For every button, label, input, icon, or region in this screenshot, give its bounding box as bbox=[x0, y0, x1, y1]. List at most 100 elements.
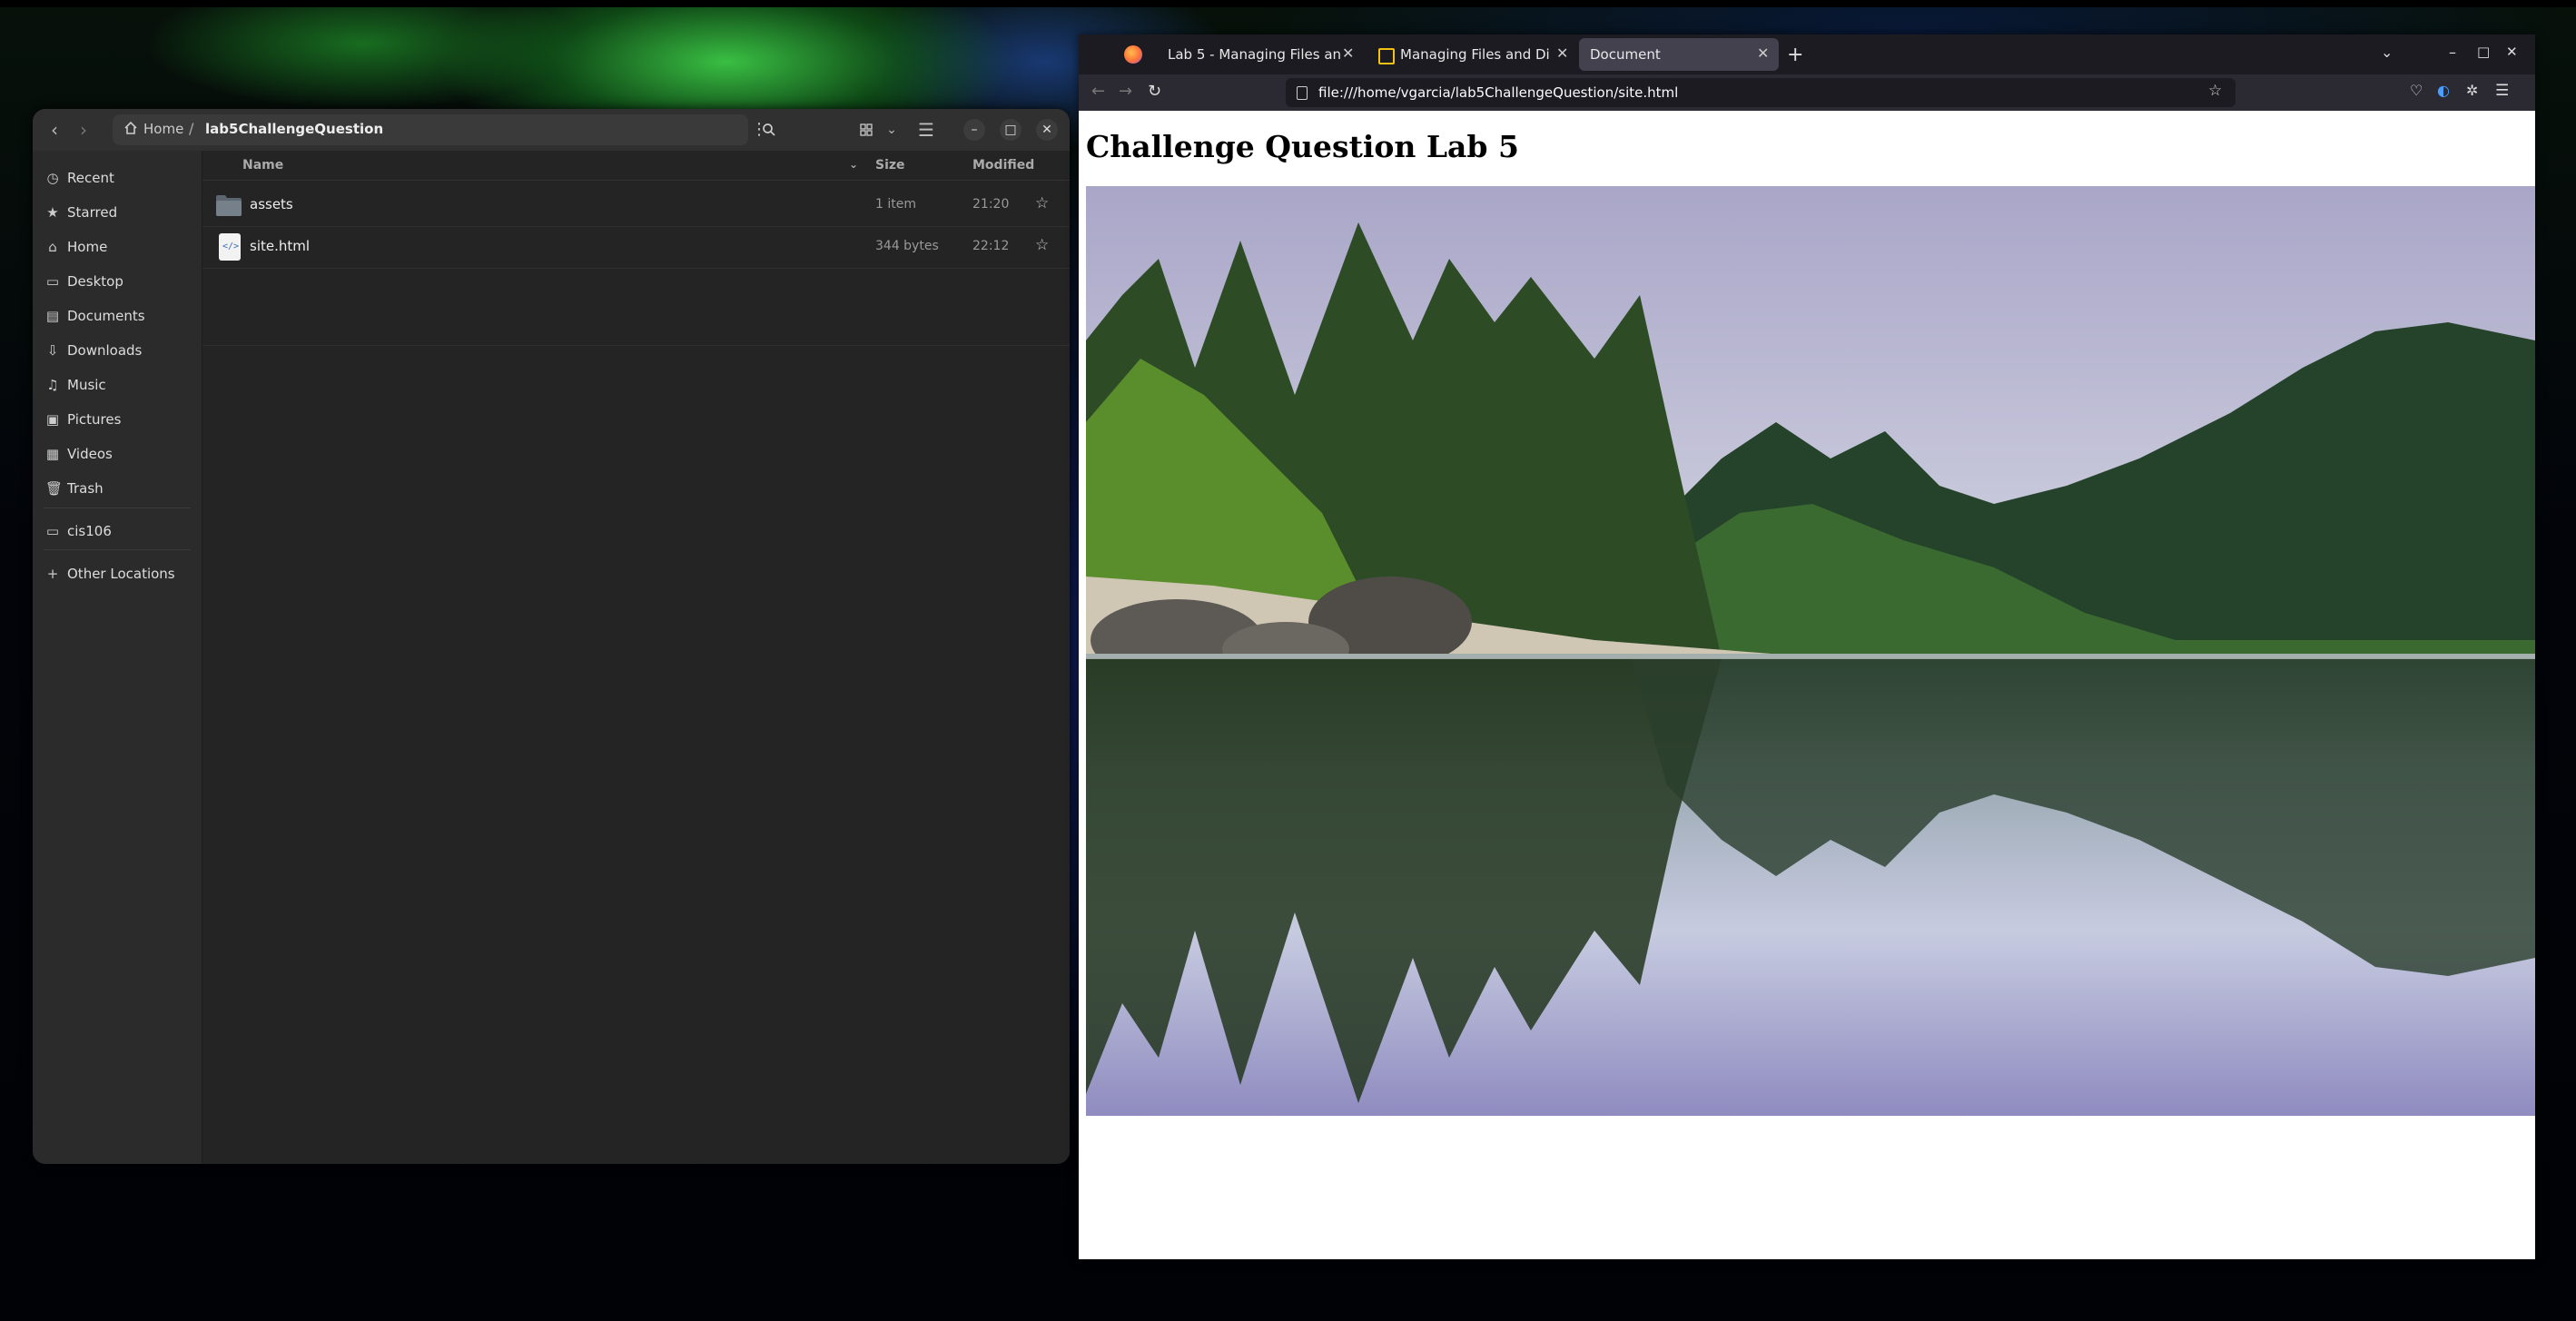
alpine-lake-photo bbox=[1086, 186, 2535, 1116]
sidebar-item-label: Trash bbox=[67, 480, 104, 497]
top-panel bbox=[0, 0, 2576, 7]
maximize-icon: □ bbox=[1004, 123, 1017, 137]
close-icon: ✕ bbox=[1041, 123, 1052, 137]
sidebar-item-desktop[interactable]: ▭ Desktop bbox=[33, 265, 202, 298]
close-button[interactable]: ✕ bbox=[1036, 119, 1058, 141]
desktop-icon: ▭ bbox=[45, 273, 60, 290]
browser-window: Lab 5 - Managing Files and D ✕ Managing … bbox=[1079, 35, 2535, 1259]
sidebar-item-trash[interactable]: 🗑 Trash bbox=[33, 472, 202, 505]
home-icon bbox=[124, 121, 137, 134]
column-header-size[interactable]: Size bbox=[875, 158, 905, 173]
chevron-right-icon: › bbox=[80, 119, 87, 141]
tab-managing-files[interactable]: Managing Files and Direc ✕ bbox=[1367, 38, 1576, 71]
search-icon bbox=[763, 123, 775, 136]
sidebar-item-cis106[interactable]: ▭ cis106 bbox=[33, 515, 202, 547]
trash-icon: 🗑 bbox=[45, 480, 64, 497]
sidebar-item-label: Music bbox=[67, 377, 106, 393]
tab-bar: Lab 5 - Managing Files and D ✕ Managing … bbox=[1079, 35, 2535, 74]
close-tab-icon[interactable]: ✕ bbox=[1342, 44, 1354, 62]
grid-icon bbox=[860, 123, 873, 136]
file-modified: 22:12 bbox=[972, 239, 1010, 253]
sidebar-item-videos[interactable]: ▦ Videos bbox=[33, 438, 202, 470]
account-icon[interactable]: ◐ bbox=[2437, 82, 2450, 99]
path-bar: Home / lab5ChallengeQuestion ⋮ bbox=[113, 114, 767, 145]
column-header-name[interactable]: Name bbox=[242, 158, 283, 173]
tab-label: Document bbox=[1590, 46, 1661, 63]
minimize-icon: – bbox=[971, 123, 978, 137]
download-icon: ⇩ bbox=[46, 342, 59, 359]
sidebar-item-home[interactable]: ⌂ Home bbox=[33, 231, 202, 263]
grid-view-button[interactable] bbox=[854, 117, 879, 143]
tab-document[interactable]: Document ✕ bbox=[1579, 38, 1779, 71]
new-tab-button[interactable]: + bbox=[1787, 44, 1803, 66]
music-icon: ♫ bbox=[46, 377, 59, 393]
sidebar-item-pictures[interactable]: ▣ Pictures bbox=[33, 403, 202, 436]
picture-icon: ▣ bbox=[45, 411, 60, 428]
sidebar-item-label: Downloads bbox=[67, 342, 143, 359]
list-tabs-button[interactable]: ⌄ bbox=[2381, 44, 2393, 61]
file-name: site.html bbox=[250, 238, 311, 254]
tab-label: Managing Files and Direc bbox=[1400, 46, 1551, 63]
sidebar-item-music[interactable]: ♫ Music bbox=[33, 369, 202, 401]
star-button[interactable]: ☆ bbox=[1035, 194, 1049, 212]
close-icon[interactable]: ✕ bbox=[2506, 44, 2518, 60]
url-text: file:///home/vgarcia/lab5ChallengeQuesti… bbox=[1318, 84, 1679, 101]
view-options-button[interactable]: ⌄ bbox=[879, 117, 904, 143]
minimize-icon[interactable]: – bbox=[2449, 44, 2456, 61]
web-page-content: Challenge Question Lab 5 bbox=[1079, 111, 2535, 1259]
hamburger-icon: ☰ bbox=[918, 119, 934, 141]
hamburger-icon[interactable]: ☰ bbox=[2495, 82, 2509, 100]
sidebar-item-downloads[interactable]: ⇩ Downloads bbox=[33, 334, 202, 367]
tab-label: Lab 5 - Managing Files and D bbox=[1168, 46, 1340, 63]
maximize-button[interactable]: □ bbox=[1000, 119, 1022, 141]
sidebar-item-label: Videos bbox=[67, 446, 113, 462]
back-button[interactable]: ‹ bbox=[42, 117, 67, 143]
file-size: 344 bytes bbox=[875, 239, 939, 253]
file-row-placeholder bbox=[202, 303, 1070, 346]
document-icon: ▤ bbox=[45, 308, 60, 324]
sidebar-item-other-locations[interactable]: + Other Locations bbox=[33, 557, 202, 590]
file-row-assets[interactable]: assets 1 item 21:20 ☆ bbox=[202, 184, 1070, 227]
forward-arrow-icon[interactable]: → bbox=[1119, 82, 1132, 101]
maximize-icon[interactable]: □ bbox=[2477, 44, 2490, 60]
star-button[interactable]: ☆ bbox=[1035, 236, 1049, 254]
sidebar-item-label: Documents bbox=[67, 308, 145, 324]
folder-icon bbox=[216, 195, 242, 216]
page-heading: Challenge Question Lab 5 bbox=[1086, 129, 1519, 164]
html-file-icon: </> bbox=[219, 233, 241, 261]
close-tab-icon[interactable]: ✕ bbox=[1757, 44, 1769, 62]
column-header-modified[interactable]: Modified bbox=[972, 158, 1034, 173]
sidebar-item-label: Home bbox=[67, 239, 108, 255]
reload-icon[interactable]: ↻ bbox=[1148, 82, 1161, 101]
file-row-site-html[interactable]: </> site.html 344 bytes 22:12 ☆ bbox=[202, 226, 1070, 269]
forward-button[interactable]: › bbox=[71, 117, 96, 143]
back-arrow-icon[interactable]: ← bbox=[1091, 82, 1105, 101]
sidebar-item-label: cis106 bbox=[67, 523, 112, 539]
sidebar-item-documents[interactable]: ▤ Documents bbox=[33, 300, 202, 332]
minimize-button[interactable]: – bbox=[963, 119, 985, 141]
main-menu-button[interactable]: ☰ bbox=[913, 117, 939, 143]
folder-icon: ▭ bbox=[45, 523, 60, 539]
star-icon: ★ bbox=[46, 204, 59, 221]
file-list-view: Name ⌄ Size Modified assets 1 item 21:20… bbox=[202, 151, 1070, 1164]
url-bar[interactable]: file:///home/vgarcia/lab5ChallengeQuesti… bbox=[1286, 78, 2235, 107]
firefox-icon bbox=[1124, 45, 1142, 64]
video-icon: ▦ bbox=[45, 446, 60, 462]
clock-icon: ◷ bbox=[46, 170, 59, 186]
file-manager-headerbar: ‹ › Home / lab5ChallengeQuestion ⋮ ⌄ ☰ –… bbox=[33, 109, 1070, 151]
document-tab-icon bbox=[1378, 48, 1395, 64]
tab-lab5[interactable]: Lab 5 - Managing Files and D ✕ bbox=[1157, 38, 1366, 71]
sidebar-item-recent[interactable]: ◷ Recent bbox=[33, 162, 202, 194]
home-icon: ⌂ bbox=[48, 239, 57, 255]
bookmark-star-icon[interactable]: ☆ bbox=[2208, 82, 2222, 100]
chevron-left-icon: ‹ bbox=[51, 119, 58, 141]
path-home-button[interactable]: Home bbox=[143, 121, 183, 137]
file-manager-window: ‹ › Home / lab5ChallengeQuestion ⋮ ⌄ ☰ –… bbox=[33, 109, 1070, 1164]
pocket-icon[interactable]: ♡ bbox=[2410, 82, 2423, 99]
path-current-folder[interactable]: lab5ChallengeQuestion bbox=[205, 121, 383, 137]
close-tab-icon[interactable]: ✕ bbox=[1556, 44, 1568, 62]
search-button[interactable] bbox=[756, 117, 782, 143]
sidebar-item-starred[interactable]: ★ Starred bbox=[33, 196, 202, 229]
extensions-icon[interactable]: ✲ bbox=[2466, 82, 2478, 99]
file-modified: 21:20 bbox=[972, 197, 1010, 212]
